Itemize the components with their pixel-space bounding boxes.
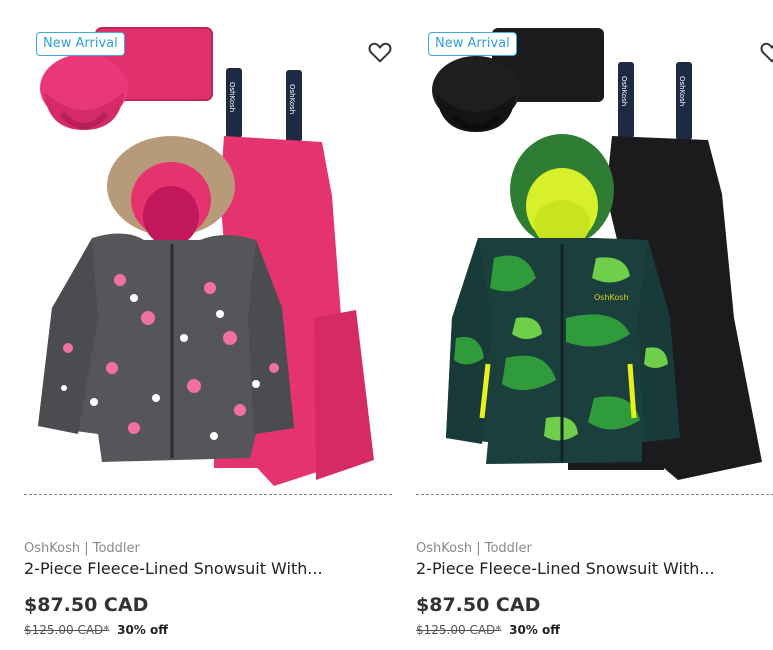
product-card[interactable]: OshKosh OshKosh: [24, 0, 396, 650]
brand-category: OshKosh | Toddler: [416, 541, 532, 556]
svg-text:OshKosh: OshKosh: [620, 76, 628, 106]
brand-category: OshKosh | Toddler: [24, 541, 140, 556]
price-details: $125.00 CAD* 30% off: [24, 623, 168, 637]
discount-label: 30% off: [509, 623, 560, 637]
product-image[interactable]: OshKosh OshKosh: [416, 18, 773, 490]
svg-text:OshKosh: OshKosh: [288, 84, 296, 114]
sale-price: $87.50 CAD: [416, 594, 541, 616]
svg-text:OshKosh: OshKosh: [228, 82, 236, 112]
product-name-link[interactable]: 2-Piece Fleece-Lined Snowsuit With...: [416, 559, 746, 578]
svg-text:OshKosh: OshKosh: [678, 76, 686, 106]
original-price: $125.00 CAD*: [416, 623, 502, 637]
product-grid: OshKosh OshKosh New Arrival OshKosh | To…: [0, 0, 773, 650]
divider: [416, 494, 773, 495]
price-details: $125.00 CAD* 30% off: [416, 623, 560, 637]
sale-price: $87.50 CAD: [24, 594, 149, 616]
product-image[interactable]: OshKosh OshKosh: [24, 18, 396, 490]
product-name-link[interactable]: 2-Piece Fleece-Lined Snowsuit With...: [24, 559, 354, 578]
new-arrival-badge: New Arrival: [428, 32, 517, 56]
heart-outline-icon[interactable]: [366, 38, 394, 66]
discount-label: 30% off: [117, 623, 168, 637]
product-card[interactable]: OshKosh OshKosh: [416, 0, 773, 650]
new-arrival-badge: New Arrival: [36, 32, 125, 56]
svg-text:OshKosh: OshKosh: [594, 293, 629, 302]
divider: [24, 494, 392, 495]
original-price: $125.00 CAD*: [24, 623, 110, 637]
heart-outline-icon[interactable]: [758, 38, 773, 66]
